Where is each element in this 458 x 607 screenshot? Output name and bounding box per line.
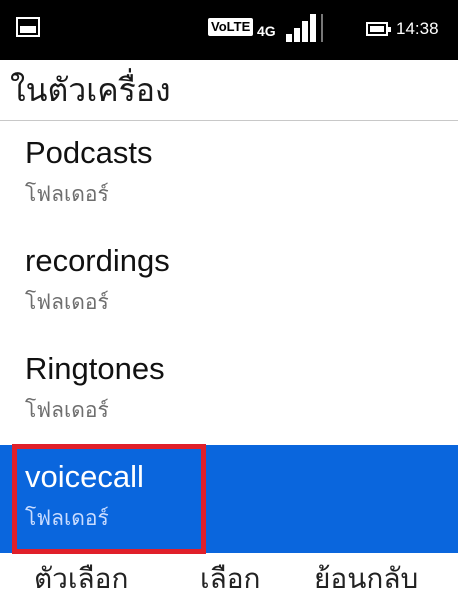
page-title: ในตัวเครื่อง bbox=[10, 71, 171, 109]
item-name: Ringtones bbox=[25, 351, 165, 386]
status-time: 14:38 bbox=[396, 19, 439, 38]
list-item-ringtones[interactable]: Ringtones โฟลเดอร์ bbox=[0, 337, 458, 445]
network-type-label: 4G bbox=[257, 23, 276, 39]
signal-icon bbox=[286, 12, 334, 42]
softkey-bar: ตัวเลือก เลือก ย้อนกลับ bbox=[0, 551, 458, 607]
list-item-podcasts[interactable]: Podcasts โฟลเดอร์ bbox=[0, 121, 458, 229]
battery-icon bbox=[366, 22, 391, 36]
highlight-box bbox=[12, 444, 206, 554]
item-name: Podcasts bbox=[25, 135, 153, 170]
volte-badge: VoLTE bbox=[208, 18, 254, 36]
options-softkey[interactable]: ตัวเลือก bbox=[34, 559, 128, 599]
back-softkey[interactable]: ย้อนกลับ bbox=[314, 559, 418, 599]
status-bar: VoLTE 4G 14:38 bbox=[0, 0, 458, 60]
item-name: recordings bbox=[25, 243, 170, 278]
picture-icon bbox=[16, 17, 40, 37]
list-item-recordings[interactable]: recordings โฟลเดอร์ bbox=[0, 229, 458, 337]
select-softkey[interactable]: เลือก bbox=[200, 559, 261, 599]
item-type: โฟลเดอร์ bbox=[25, 182, 109, 206]
item-type: โฟลเดอร์ bbox=[25, 398, 109, 422]
item-type: โฟลเดอร์ bbox=[25, 290, 109, 314]
